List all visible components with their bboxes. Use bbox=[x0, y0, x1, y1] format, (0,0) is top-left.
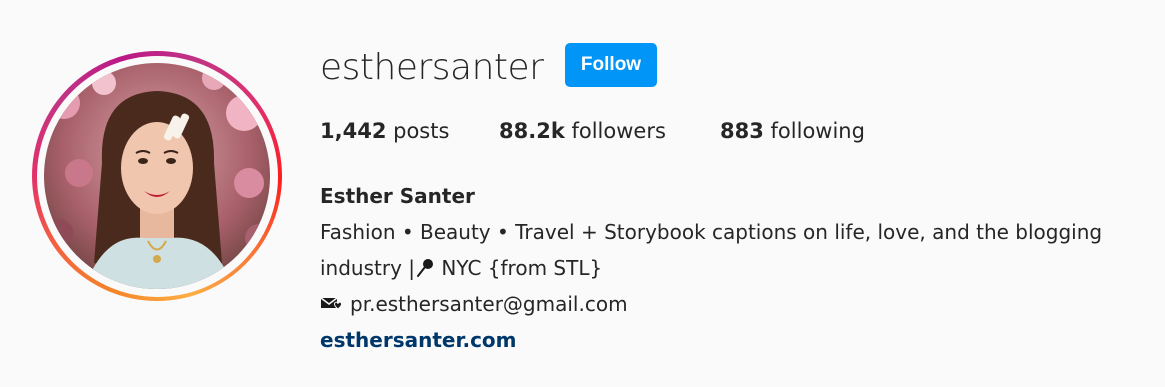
story-ring[interactable] bbox=[32, 51, 282, 301]
stat-followers[interactable]: 88.2k followers bbox=[499, 116, 666, 146]
avatar-gap bbox=[36, 55, 278, 297]
username: esthersanter bbox=[320, 47, 544, 88]
bio-line-1: Fashion • Beauty • Travel + Storybook ca… bbox=[320, 220, 1103, 244]
stat-following[interactable]: 883 following bbox=[720, 116, 865, 146]
posts-label: posts bbox=[393, 119, 450, 143]
followers-label: followers bbox=[571, 119, 666, 143]
round-pushpin-icon bbox=[417, 259, 434, 277]
email-text[interactable]: pr.esthersanter@gmail.com bbox=[350, 292, 628, 316]
bio-line-2: industry | NYC {from STL} bbox=[320, 250, 1150, 286]
followers-count: 88.2k bbox=[499, 119, 565, 143]
website-link[interactable]: esthersanter.com bbox=[320, 322, 1150, 358]
bio-line-2-suffix: NYC {from STL} bbox=[435, 256, 603, 280]
love-letter-icon bbox=[320, 297, 343, 310]
avatar-photo bbox=[44, 63, 270, 289]
full-name: Esther Santer bbox=[320, 184, 475, 208]
stat-posts[interactable]: 1,442 posts bbox=[320, 116, 449, 146]
avatar[interactable] bbox=[44, 63, 270, 289]
profile-header: esthersanter Follow 1,442 posts 88.2k fo… bbox=[0, 0, 1165, 387]
bio-email-line: pr.esthersanter@gmail.com bbox=[320, 286, 1150, 322]
following-label: following bbox=[770, 119, 865, 143]
follow-button[interactable]: Follow bbox=[565, 43, 657, 87]
following-count: 883 bbox=[720, 119, 764, 143]
posts-count: 1,442 bbox=[320, 119, 387, 143]
bio-line-2-prefix: industry | bbox=[320, 256, 416, 280]
profile-bio: Esther Santer Fashion • Beauty • Travel … bbox=[320, 178, 1150, 358]
